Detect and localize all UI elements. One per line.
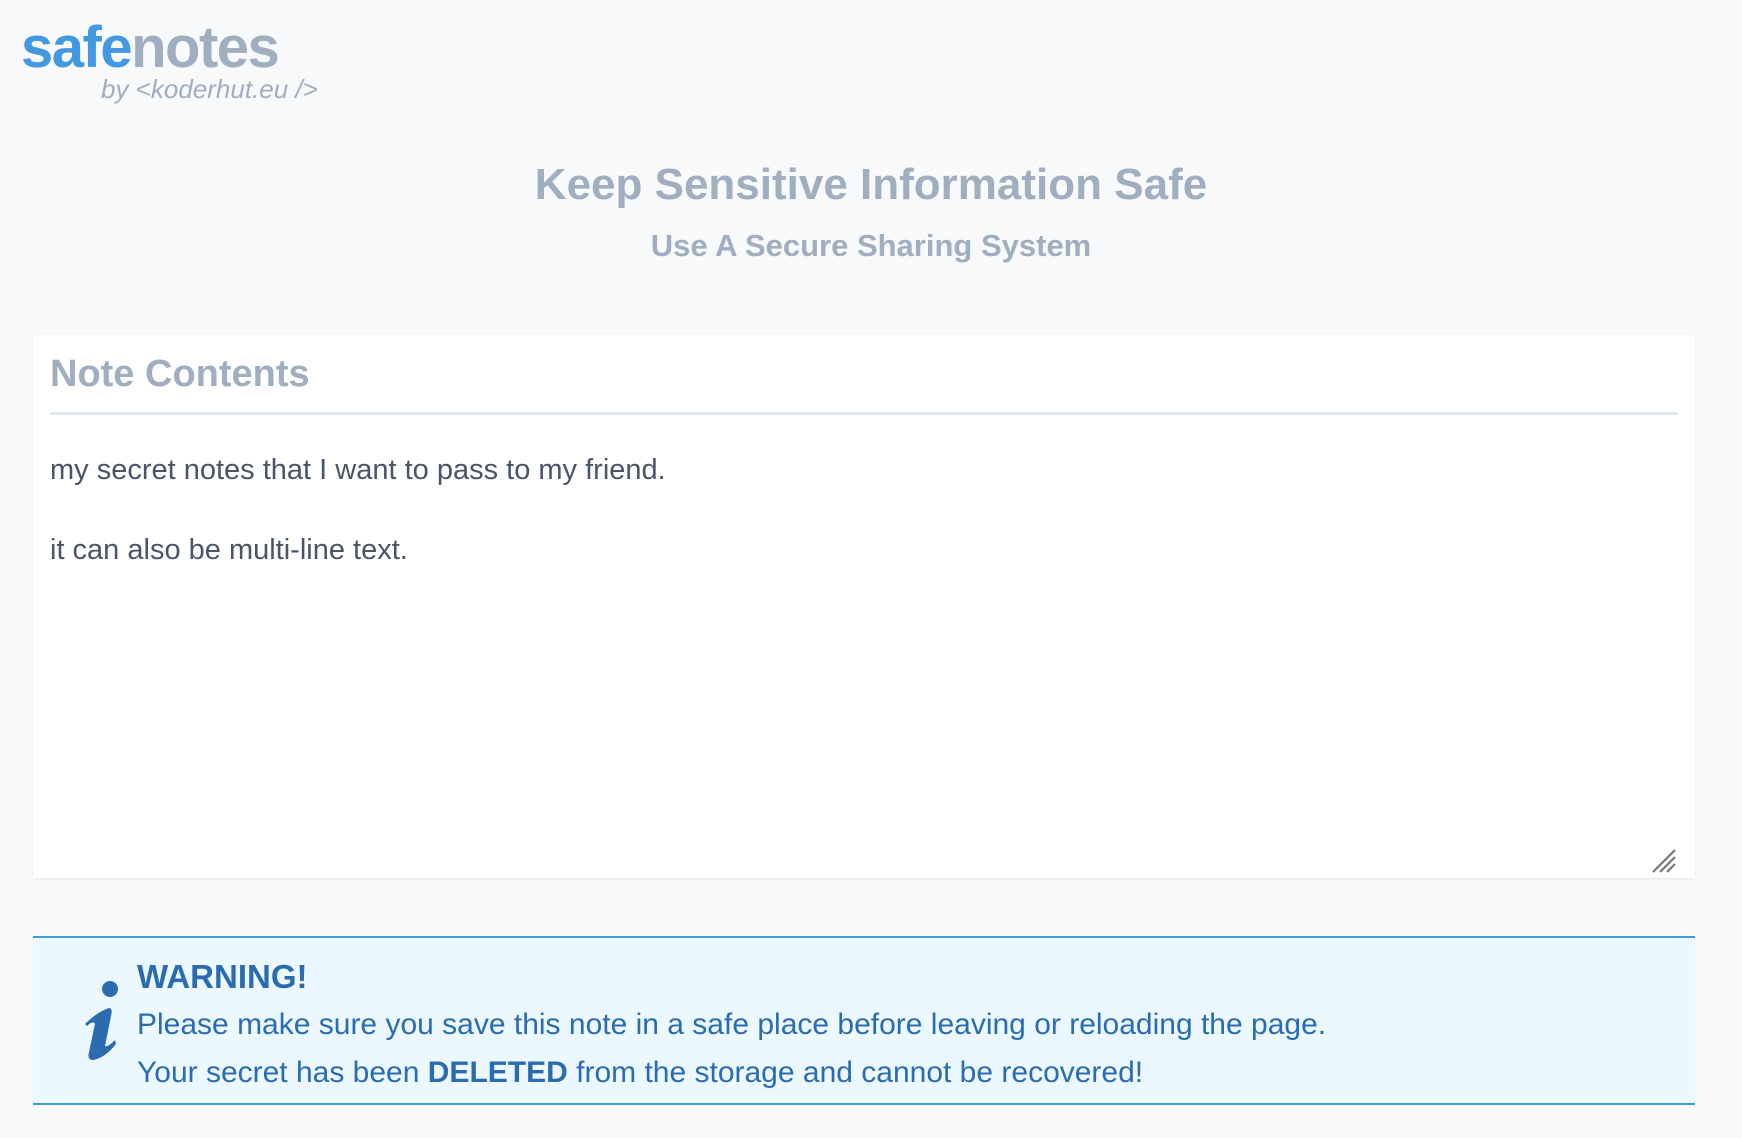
note-content-textarea[interactable]: my secret notes that I want to pass to m… [50, 450, 1678, 868]
alert-message-2-post: from the storage and cannot be recovered… [567, 1056, 1144, 1089]
info-icon [85, 981, 118, 1060]
logo-wordmark: safenotes [21, 15, 280, 80]
alert-message-2: Your secret has been DELETED from the st… [137, 1056, 1143, 1090]
resize-handle-icon[interactable] [1651, 848, 1677, 874]
alert-title: WARNING! [137, 958, 308, 995]
note-card: Note Contents my secret notes that I wan… [33, 335, 1695, 878]
alert-deleted-emphasis: DELETED [427, 1056, 568, 1089]
logo[interactable]: safenotes by <koderhut.eu /> [21, 15, 318, 105]
warning-alert: WARNING! Please make sure you save this … [33, 936, 1695, 1105]
alert-message-1: Please make sure you save this note in a… [137, 1008, 1327, 1041]
logo-byline: by <koderhut.eu /> [101, 74, 318, 104]
divider [50, 412, 1678, 415]
note-heading: Note Contents [50, 353, 310, 395]
alert-message-2-pre: Your secret has been [137, 1056, 428, 1089]
page-title: Keep Sensitive Information Safe [534, 160, 1208, 209]
page-subtitle: Use A Secure Sharing System [650, 228, 1092, 263]
logo-safe: safe [21, 15, 133, 80]
logo-notes: notes [131, 15, 280, 80]
